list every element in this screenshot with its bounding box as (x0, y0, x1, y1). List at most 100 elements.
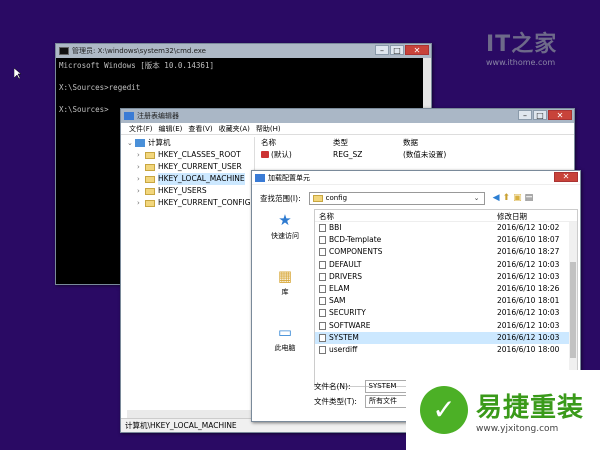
tree-hscrollbar[interactable] (127, 410, 255, 418)
file-icon (319, 224, 326, 232)
file-row[interactable]: SECURITY 2016/6/12 10:03 (315, 307, 577, 319)
menu-bar: 文件(F) 编辑(E) 查看(V) 收藏夹(A) 帮助(H) (121, 123, 574, 135)
col-name[interactable]: 名称 (261, 137, 276, 149)
look-in-select[interactable]: config ⌄ (308, 191, 485, 205)
computer-icon: ▭ (277, 323, 293, 341)
watermark-url: www.ithome.com (486, 58, 556, 67)
close-button[interactable]: ✕ (405, 45, 429, 55)
chevron-down-icon: ⌄ (473, 194, 480, 202)
file-name: SAM (329, 296, 346, 306)
cmd-line: Microsoft Windows [版本 10.0.14361] (59, 61, 214, 70)
file-row[interactable]: SAM 2016/6/10 18:01 (315, 295, 577, 307)
folder-icon (145, 175, 155, 183)
menu-help[interactable]: 帮助(H) (256, 124, 281, 134)
chevron-right-icon[interactable]: › (137, 173, 145, 185)
place-quick-access[interactable]: ★ 快速访问 (258, 209, 312, 249)
tree-item-label: HKEY_CURRENT_USER (158, 162, 242, 171)
value-data: (数值未设置) (403, 150, 447, 159)
up-folder-icon[interactable]: ⬆ (503, 193, 511, 203)
file-icon (319, 260, 326, 269)
file-icon (319, 345, 326, 354)
values-pane[interactable]: 名称 类型 数据 (默认) REG_SZ (数值未设置) (261, 137, 574, 161)
file-row[interactable]: COMPONENTS 2016/6/10 18:27 (315, 246, 577, 258)
menu-edit[interactable]: 编辑(E) (159, 124, 183, 134)
col-data[interactable]: 数据 (403, 137, 418, 149)
tree-item[interactable]: › HKEY_USERS (127, 185, 254, 197)
back-icon[interactable]: ◀ (493, 193, 500, 203)
scroll-thumb[interactable] (570, 262, 576, 358)
file-row[interactable]: DEFAULT 2016/6/12 10:03 (315, 259, 577, 271)
tree-item[interactable]: › HKEY_CLASSES_ROOT (127, 149, 254, 161)
chevron-right-icon[interactable]: › (137, 185, 145, 197)
view-menu-icon[interactable]: ▤ (525, 193, 534, 203)
file-list[interactable]: 名称 修改日期 BBI 2016/6/12 10:02 BCD-Template 201… (314, 209, 578, 387)
regedit-icon (124, 112, 134, 120)
maximize-button[interactable]: □ (390, 45, 404, 55)
folder-icon (145, 187, 155, 195)
maximize-button[interactable]: □ (533, 110, 547, 120)
file-icon (319, 236, 326, 245)
registry-tree[interactable]: ⌄ 计算机 › HKEY_CLASSES_ROOT › HKEY_CURRENT_US… (127, 137, 255, 419)
value-row[interactable]: (默认) REG_SZ (数值未设置) (261, 149, 574, 161)
cmd-icon (59, 47, 69, 55)
chevron-right-icon[interactable]: › (137, 149, 145, 161)
file-date: 2016/6/12 10:03 (497, 332, 560, 342)
new-folder-icon[interactable]: ▣ (513, 193, 522, 203)
menu-file[interactable]: 文件(F) (129, 124, 153, 134)
file-icon (319, 284, 326, 293)
menu-view[interactable]: 查看(V) (188, 124, 212, 134)
tree-item-label: HKEY_CURRENT_CONFIG (158, 198, 251, 207)
file-row[interactable]: userdiff 2016/6/10 18:00 (315, 344, 577, 356)
tree-item-label: HKEY_LOCAL_MACHINE (158, 173, 245, 185)
file-list-scrollbar[interactable] (569, 222, 577, 386)
chevron-right-icon[interactable]: › (137, 161, 145, 173)
file-date: 2016/6/12 10:03 (497, 308, 560, 318)
cmd-line: X:\Sources>regedit (59, 83, 141, 92)
col-date[interactable]: 修改日期 (497, 211, 527, 222)
file-name: SECURITY (329, 308, 366, 318)
file-row[interactable]: BCD-Template 2016/6/10 18:07 (315, 234, 577, 246)
minimize-button[interactable]: – (375, 45, 389, 55)
tree-item-label: HKEY_CLASSES_ROOT (158, 150, 241, 159)
minimize-button[interactable]: – (518, 110, 532, 120)
tree-item-label: HKEY_USERS (158, 186, 207, 195)
file-row[interactable]: SOFTWARE 2016/6/12 10:03 (315, 320, 577, 332)
tree-root[interactable]: ⌄ 计算机 (127, 137, 254, 149)
cmd-title: 管理员: X:\windows\system32\cmd.exe (72, 47, 206, 55)
col-name[interactable]: 名称 (319, 211, 334, 222)
file-date: 2016/6/10 18:01 (497, 296, 560, 306)
file-row[interactable]: SYSTEM 2016/6/12 10:03 (315, 331, 577, 344)
file-row[interactable]: DRIVERS 2016/6/12 10:03 (315, 271, 577, 283)
col-type[interactable]: 类型 (333, 137, 348, 149)
library-icon: ▦ (277, 267, 293, 285)
place-label: 快速访问 (271, 232, 299, 240)
regedit-titlebar[interactable]: 注册表编辑器 – □ ✕ (121, 109, 574, 123)
folder-icon (145, 199, 155, 207)
look-in-value: config (325, 194, 348, 202)
dialog-titlebar[interactable]: 加载配置单元 ✕ (252, 171, 580, 185)
tree-item[interactable]: › HKEY_CURRENT_USER (127, 161, 254, 173)
file-date: 2016/6/10 18:07 (497, 235, 560, 245)
close-button[interactable]: ✕ (554, 171, 578, 182)
look-in-row: 查找范围(I): config ⌄ ◀ ⬆ ▣ ▤ (260, 191, 576, 205)
value-name: (默认) (271, 150, 292, 159)
file-row[interactable]: ELAM 2016/6/10 18:26 (315, 283, 577, 295)
file-date: 2016/6/12 10:02 (497, 223, 560, 232)
tree-item-selected[interactable]: › HKEY_LOCAL_MACHINE (127, 173, 254, 185)
look-in-label: 查找范围(I): (260, 193, 301, 203)
cmd-line (59, 93, 428, 104)
file-name: DRIVERS (329, 271, 363, 281)
dialog-toolbar: ◀ ⬆ ▣ ▤ (493, 193, 534, 203)
tree-item[interactable]: › HKEY_CURRENT_CONFIG (127, 197, 254, 209)
place-library[interactable]: ▦ 库 (258, 265, 312, 305)
menu-favorites[interactable]: 收藏夹(A) (219, 124, 250, 134)
file-row[interactable]: BBI 2016/6/12 10:02 (315, 222, 577, 234)
place-this-pc[interactable]: ▭ 此电脑 (258, 321, 312, 361)
close-button[interactable]: ✕ (548, 110, 572, 120)
cmd-titlebar[interactable]: 管理员: X:\windows\system32\cmd.exe – □ ✕ (56, 44, 431, 58)
file-icon (319, 333, 326, 342)
filetype-label: 文件类型(T): (314, 396, 357, 406)
chevron-down-icon[interactable]: ⌄ (127, 137, 135, 149)
place-label: 库 (281, 288, 289, 296)
chevron-right-icon[interactable]: › (137, 197, 145, 209)
